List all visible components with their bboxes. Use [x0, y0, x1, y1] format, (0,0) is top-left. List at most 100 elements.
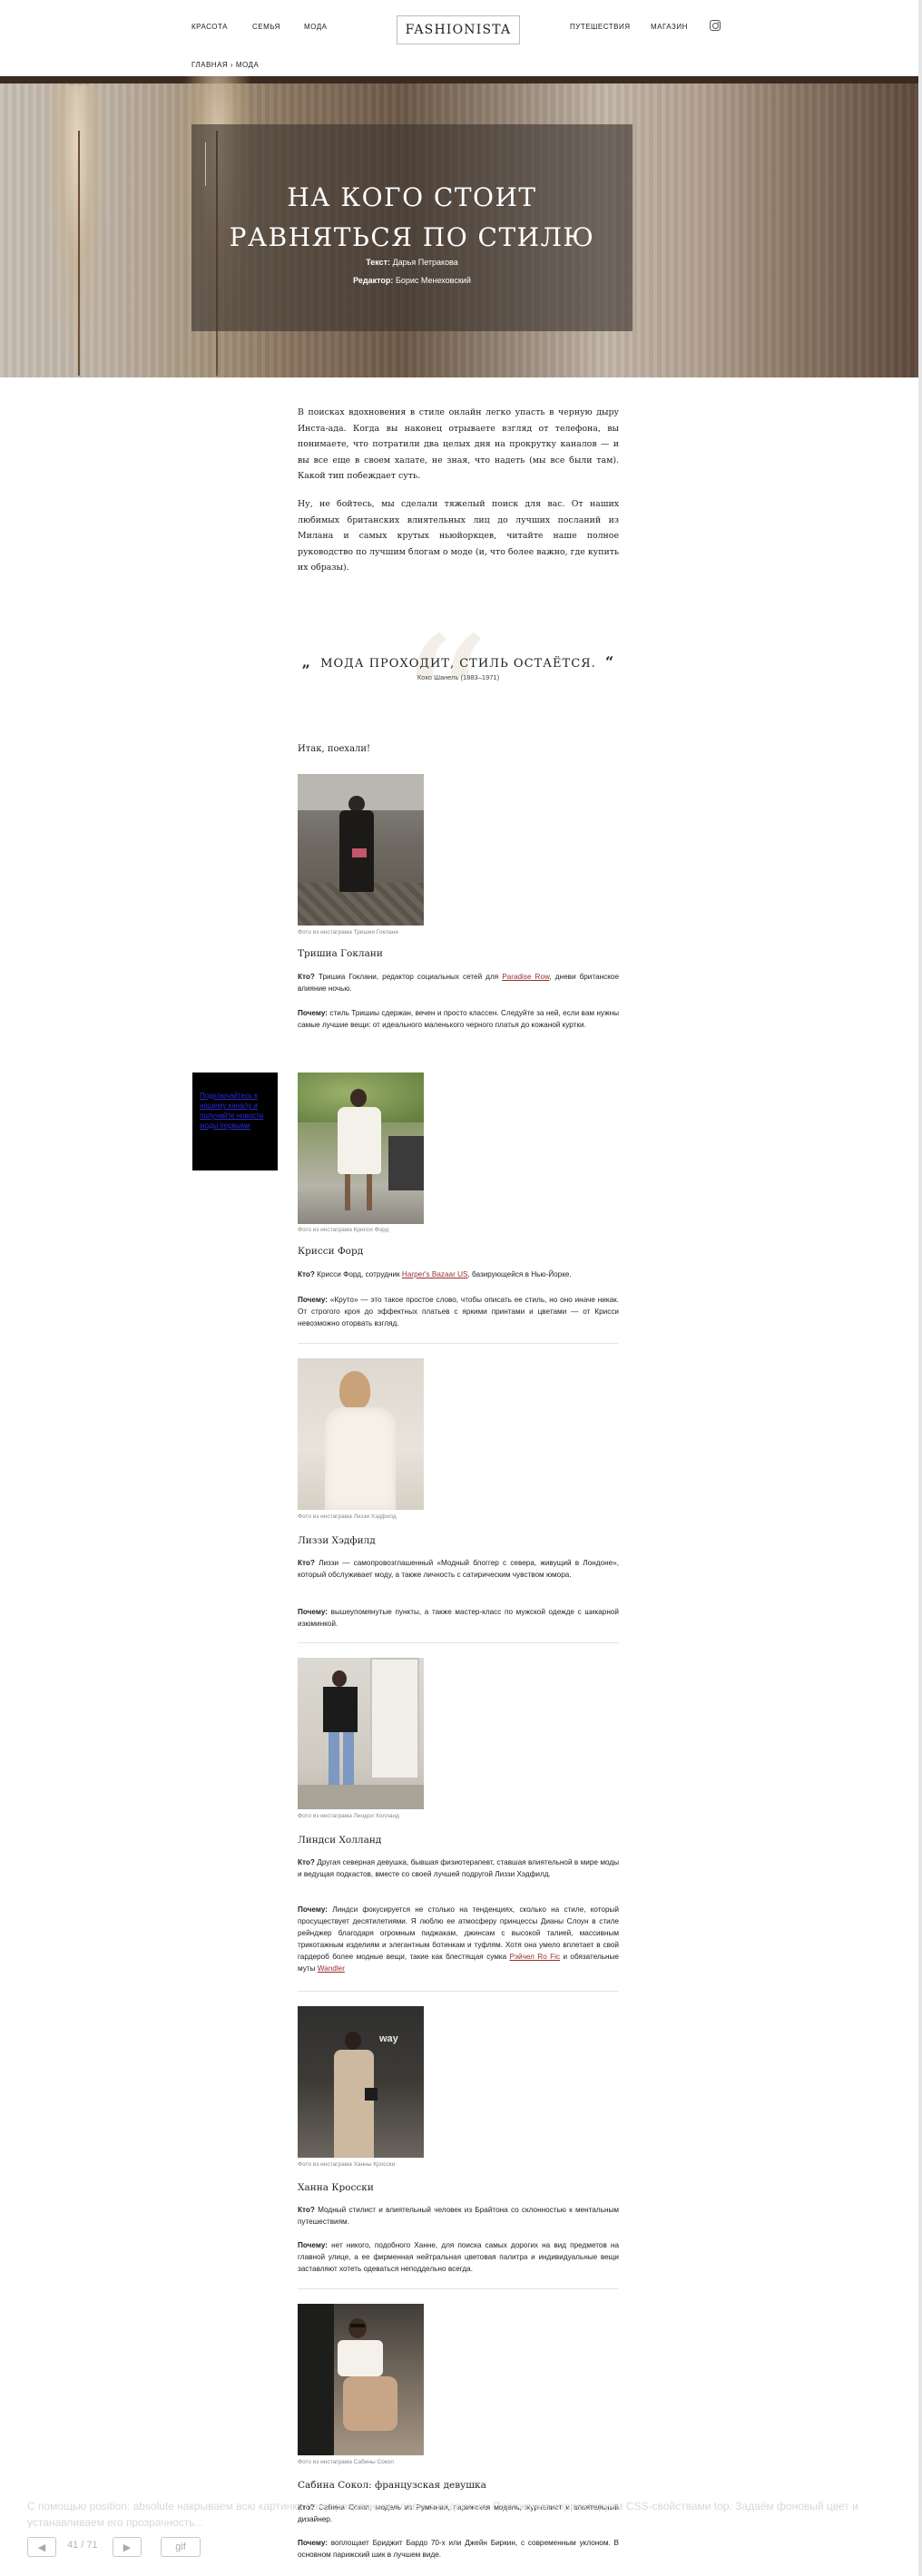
who-text: Лиззи — самопровозглашенный «Модный блог…: [298, 1559, 619, 1579]
breadcrumb-home[interactable]: ГЛАВНАЯ: [191, 61, 228, 69]
photo-bag: [365, 2088, 378, 2101]
blogger-why: Почему: воплощает Бриджит Бардо 70-х или…: [298, 2537, 619, 2561]
photo-person-suit: [334, 2050, 374, 2158]
quote-body: МОДА ПРОХОДИТ, СТИЛЬ ОСТАЁТСЯ.: [320, 657, 596, 671]
who-label: Кто?: [298, 2206, 315, 2214]
section-divider: [298, 1343, 619, 1344]
photo-person-hair: [339, 1371, 370, 1409]
photo-door: [370, 1658, 419, 1779]
blogger-who: Кто? Модный стилист и влиятельный челове…: [298, 2204, 619, 2228]
photo-person-jeans: [343, 1732, 354, 1787]
blogger-photo-4: [298, 1658, 424, 1809]
instagram-icon[interactable]: [710, 20, 721, 31]
who-label: Кто?: [298, 1858, 315, 1866]
why-text: воплощает Бриджит Бардо 70-х или Джейн Б…: [298, 2539, 619, 2559]
prev-button[interactable]: ◀: [27, 2537, 56, 2557]
breadcrumb-separator: ›: [228, 61, 236, 69]
photo-caption: Фото из инстаграма Сабины Сокол: [298, 2459, 394, 2465]
gif-button[interactable]: gif: [161, 2537, 201, 2557]
hero-title-panel: НА КОГО СТОИТ РАВНЯТЬСЯ ПО СТИЛЮ Текст: …: [191, 124, 633, 331]
gif-label: gif: [175, 2542, 186, 2552]
article-intro: В поисках вдохновения в стиле онлайн лег…: [298, 405, 619, 576]
photo-pink-bag: [352, 848, 367, 857]
site-header: КРАСОТА СЕМЬЯ МОДА FASHIONISTA ПУТЕШЕСТВ…: [0, 0, 918, 76]
photo-person-legs: [343, 2376, 397, 2431]
photo-person-top: [338, 2340, 383, 2376]
wandler-link[interactable]: Wandler: [318, 1964, 345, 1973]
slide-counter: 41 / 71: [67, 2540, 98, 2551]
who-text: , базирующейся в Нью-Йорке.: [467, 1270, 572, 1278]
logo-text: FASHIONISTA: [405, 23, 512, 37]
photo-person-head: [332, 1670, 347, 1687]
nav-link-travel[interactable]: ПУТЕШЕСТВИЯ: [570, 23, 630, 31]
photo-steps: [298, 1785, 424, 1809]
who-text: Другая северная девушка, бывшая физиотер…: [298, 1858, 619, 1878]
rachel-bag-link[interactable]: Рэйчел Ro Fic: [510, 1953, 561, 1961]
quote-text: „ МОДА ПРОХОДИТ, СТИЛЬ ОСТАЁТСЯ. “: [298, 653, 619, 671]
photo-person-leg: [367, 1174, 372, 1210]
section-divider: [298, 1991, 619, 1992]
nav-link-beauty[interactable]: КРАСОТА: [191, 23, 228, 31]
intro-paragraph-1: В поисках вдохновения в стиле онлайн лег…: [298, 407, 619, 482]
page: КРАСОТА СЕМЬЯ МОДА FASHIONISTA ПУТЕШЕСТВ…: [0, 0, 918, 2576]
photo-person-jeans: [329, 1732, 339, 1787]
breadcrumb: ГЛАВНАЯ › МОДА: [191, 61, 259, 69]
blogger-photo-1: [298, 774, 424, 926]
photo-person-sweater: [325, 1407, 396, 1510]
quote-watermark-icon: “: [397, 599, 491, 810]
paradise-row-link[interactable]: Paradise Row: [502, 973, 549, 981]
blogger-photo-2: [298, 1073, 424, 1224]
why-text: «Круто» — это такое простое слово, чтобы…: [298, 1296, 619, 1327]
quote-open-icon: „: [301, 653, 311, 671]
photo-person-dress: [338, 1107, 381, 1174]
blogger-why: Почему: Линдси фокусируется не столько н…: [298, 1904, 619, 1974]
hero-banner: НА КОГО СТОИТ РАВНЯТЬСЯ ПО СТИЛЮ Текст: …: [0, 76, 918, 377]
scrollbar[interactable]: [918, 0, 922, 2576]
next-button[interactable]: ▶: [113, 2537, 142, 2557]
logo[interactable]: FASHIONISTA: [397, 15, 520, 44]
who-text: Крисси Форд, сотрудник: [314, 1270, 402, 1278]
lead-in: Итак, поехали!: [298, 744, 371, 754]
blogger-name: Ханна Кросски: [298, 2182, 374, 2193]
breadcrumb-current[interactable]: МОДА: [236, 61, 259, 69]
why-label: Почему:: [298, 1296, 329, 1304]
clothing-rail: [0, 76, 918, 83]
side-banner-link[interactable]: Подключайтесь к нашему каналу и получайт…: [200, 1091, 272, 1131]
photo-person-head: [345, 2032, 361, 2050]
harpers-bazaar-link[interactable]: Harper's Bazaar US: [402, 1270, 468, 1278]
photo-sunglasses: [350, 2324, 365, 2327]
photo-person-head: [348, 2318, 367, 2338]
blogger-name: Крисси Форд: [298, 1246, 364, 1257]
who-text: Тришиа Гоклани, редактор социальных сете…: [314, 973, 503, 981]
who-label: Кто?: [298, 1559, 315, 1567]
photo-caption: Фото из инстаграма Лиззи Хэдфилд: [298, 1513, 397, 1520]
blogger-why: Почему: «Круто» — это такое простое слов…: [298, 1294, 619, 1329]
photo-person-jacket: [323, 1687, 358, 1732]
quote-close-icon: “: [605, 653, 615, 671]
quote-author: Коко Шанель (1883–1971): [417, 673, 500, 681]
blogger-photo-3: [298, 1358, 424, 1510]
why-label: Почему:: [298, 1009, 329, 1017]
section-divider: [298, 2288, 619, 2289]
nav-link-shop[interactable]: МАГАЗИН: [651, 23, 688, 31]
overlay-caption: С помощью position: absolute накрываем в…: [27, 2500, 858, 2529]
prev-arrow-icon: ◀: [37, 2542, 46, 2553]
page-title-line-1: НА КОГО СТОИТ: [287, 181, 537, 212]
blogger-photo-6: [298, 2304, 424, 2455]
who-text: Модный стилист и влиятельный человек из …: [298, 2206, 619, 2226]
section-divider: [298, 1642, 619, 1643]
blogger-name: Тришиа Гоклани: [298, 948, 383, 959]
stem: [78, 131, 80, 376]
author-credit: Текст: Дарья Петракова: [191, 258, 633, 267]
blogger-name: Сабина Сокол: французская девушка: [298, 2480, 486, 2491]
photo-chair: [298, 2304, 334, 2455]
next-arrow-icon: ▶: [123, 2542, 132, 2553]
side-banner[interactable]: Подключайтесь к нашему каналу и получайт…: [192, 1073, 278, 1170]
editor-name: Борис Менеховский: [395, 276, 471, 285]
blogger-why: Почему: нет никого, подобного Ханне, для…: [298, 2239, 619, 2275]
why-label: Почему:: [298, 1608, 329, 1616]
why-text: нет никого, подобного Ханне, для поиска …: [298, 2241, 619, 2273]
author-name: Дарья Петракова: [392, 258, 458, 267]
nav-link-family[interactable]: СЕМЬЯ: [252, 23, 280, 31]
nav-link-fashion[interactable]: МОДА: [304, 23, 327, 31]
